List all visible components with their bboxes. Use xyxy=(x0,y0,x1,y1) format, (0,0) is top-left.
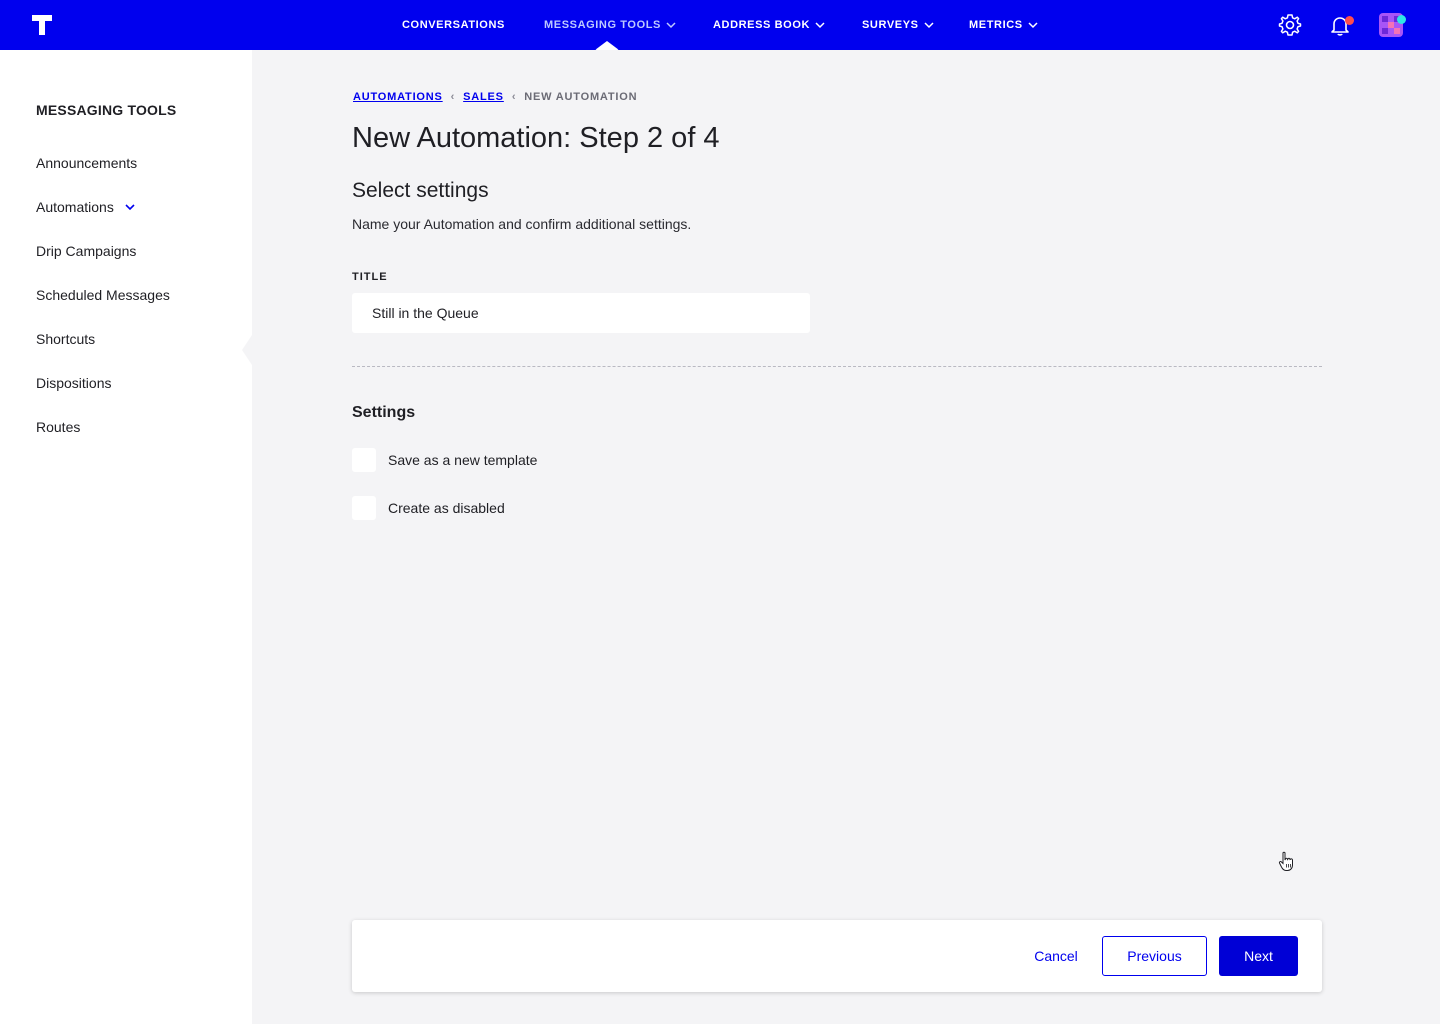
title-field-label: TITLE xyxy=(352,271,388,283)
save-as-template-checkbox[interactable] xyxy=(352,448,376,472)
user-avatar[interactable] xyxy=(1379,13,1406,39)
cancel-button[interactable]: Cancel xyxy=(1020,936,1092,976)
save-as-template-option[interactable]: Save as a new template xyxy=(352,448,537,472)
nav-label: MESSAGING TOOLS xyxy=(544,19,661,31)
next-button[interactable]: Next xyxy=(1219,936,1298,976)
top-navigation-bar: CONVERSATIONS MESSAGING TOOLS ADDRESS BO… xyxy=(0,0,1440,50)
active-nav-indicator xyxy=(595,41,619,50)
sidebar-item-label: Dispositions xyxy=(36,375,112,391)
nav-conversations[interactable]: CONVERSATIONS xyxy=(402,0,505,50)
checkbox-label: Create as disabled xyxy=(388,500,505,516)
wizard-action-bar: Cancel Previous Next xyxy=(352,920,1322,992)
sidebar-item-label: Routes xyxy=(36,419,81,435)
breadcrumb-link-sales[interactable]: SALES xyxy=(463,91,504,103)
breadcrumb-link-automations[interactable]: AUTOMATIONS xyxy=(353,91,443,103)
sidebar-item-drip-campaigns[interactable]: Drip Campaigns xyxy=(36,243,136,259)
nav-label: METRICS xyxy=(969,19,1023,31)
title-input[interactable] xyxy=(352,293,810,333)
settings-title: Settings xyxy=(352,404,416,421)
previous-button[interactable]: Previous xyxy=(1102,936,1207,976)
create-as-disabled-option[interactable]: Create as disabled xyxy=(352,496,505,520)
chevron-down-icon xyxy=(924,22,934,29)
chevron-right-icon: ‹ xyxy=(511,91,517,103)
sidebar-item-label: Drip Campaigns xyxy=(36,243,137,259)
sidebar-item-label: Announcements xyxy=(36,155,138,171)
sidebar-item-automations[interactable]: Automations xyxy=(36,199,136,215)
sidebar-item-label: Scheduled Messages xyxy=(36,287,170,303)
sidebar-item-label: Shortcuts xyxy=(36,331,96,347)
notification-dot xyxy=(1345,16,1354,25)
nav-surveys[interactable]: SURVEYS xyxy=(862,0,934,50)
section-description: Name your Automation and confirm additio… xyxy=(352,216,692,232)
nav-label: ADDRESS BOOK xyxy=(713,19,811,31)
hand-pointer-cursor-icon xyxy=(1278,851,1293,871)
sidebar-item-scheduled-messages[interactable]: Scheduled Messages xyxy=(36,287,170,303)
breadcrumb: AUTOMATIONS ‹ SALES ‹ NEW AUTOMATION xyxy=(353,91,637,103)
section-divider xyxy=(352,366,1322,367)
sidebar-item-routes[interactable]: Routes xyxy=(36,419,80,435)
nav-label: CONVERSATIONS xyxy=(402,19,505,31)
sidebar-title: MESSAGING TOOLS xyxy=(36,102,177,118)
section-title: Select settings xyxy=(352,179,489,202)
chevron-down-icon[interactable] xyxy=(124,201,136,213)
chevron-down-icon xyxy=(815,22,825,29)
chevron-down-icon xyxy=(1028,22,1038,29)
page-title: New Automation: Step 2 of 4 xyxy=(352,122,720,154)
sidebar-item-shortcuts[interactable]: Shortcuts xyxy=(36,331,95,347)
online-status-dot xyxy=(1397,15,1406,24)
sidebar-item-announcements[interactable]: Announcements xyxy=(36,155,137,171)
sidebar: MESSAGING TOOLS Announcements Automation… xyxy=(0,50,252,1024)
sidebar-item-label: Automations xyxy=(36,199,114,215)
breadcrumb-current: NEW AUTOMATION xyxy=(524,91,638,103)
nav-metrics[interactable]: METRICS xyxy=(969,0,1038,50)
settings-gear-icon[interactable] xyxy=(1277,12,1303,38)
sidebar-active-notch xyxy=(242,335,252,365)
checkbox-label: Save as a new template xyxy=(388,452,538,468)
nav-address-book[interactable]: ADDRESS BOOK xyxy=(713,0,825,50)
nav-label: SURVEYS xyxy=(862,19,919,31)
chevron-down-icon xyxy=(666,22,676,29)
create-as-disabled-checkbox[interactable] xyxy=(352,496,376,520)
main-nav: CONVERSATIONS MESSAGING TOOLS ADDRESS BO… xyxy=(0,0,1440,50)
sidebar-item-dispositions[interactable]: Dispositions xyxy=(36,375,111,391)
chevron-right-icon: ‹ xyxy=(450,91,456,103)
notifications[interactable] xyxy=(1327,12,1354,38)
